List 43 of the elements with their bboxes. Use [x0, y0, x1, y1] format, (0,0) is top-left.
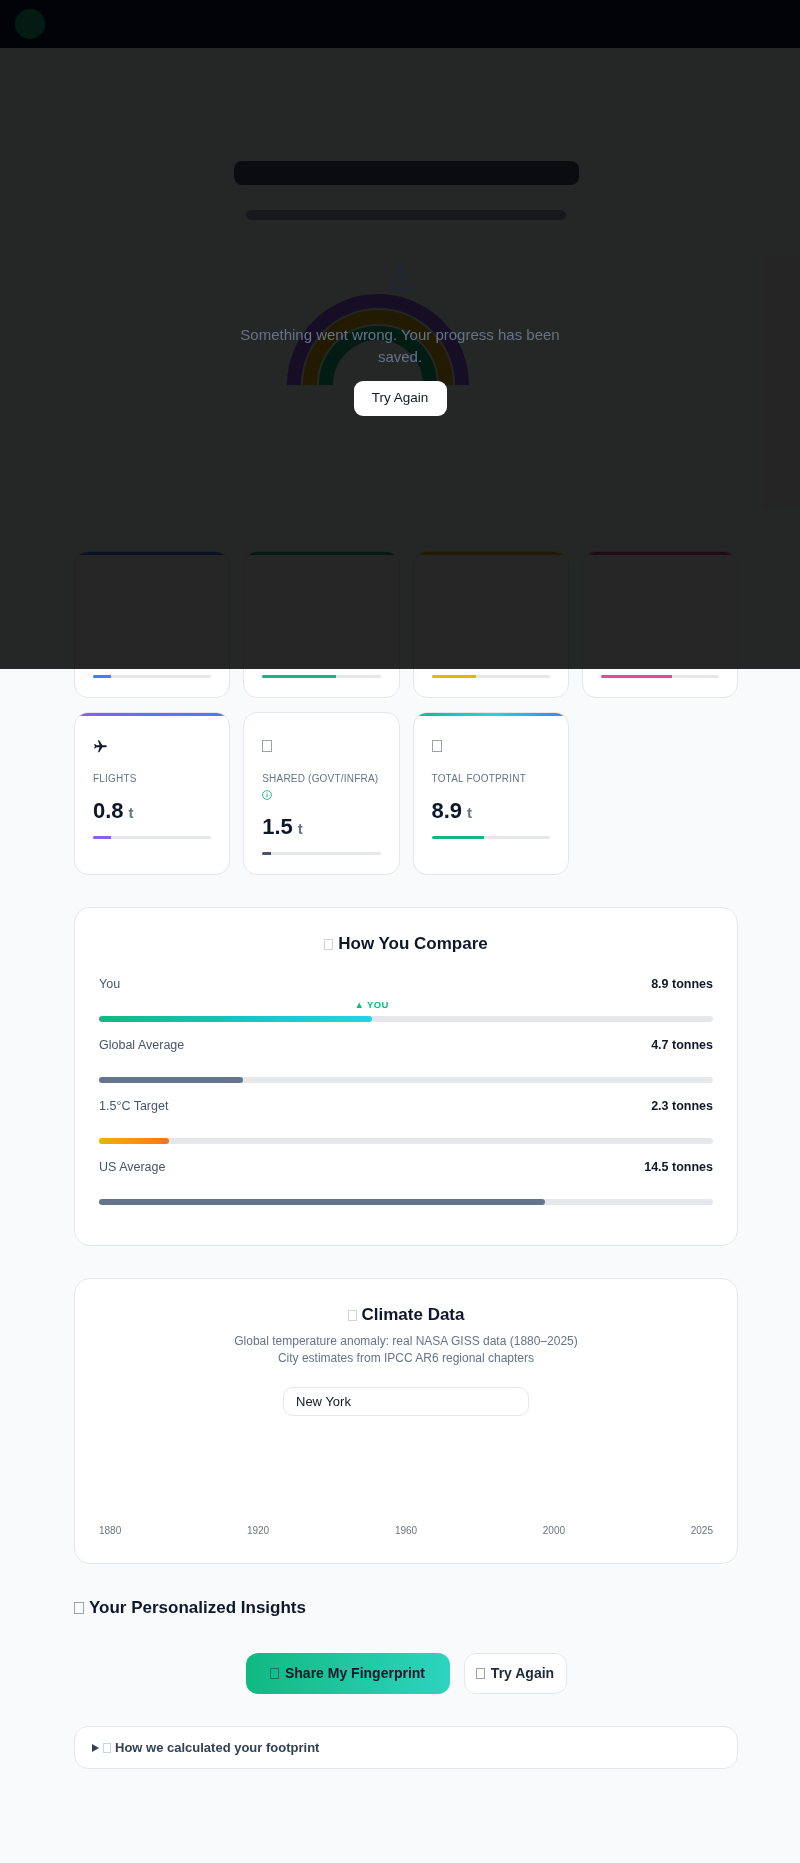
empty-square-icon	[324, 938, 334, 950]
card-value: 0.8	[93, 797, 124, 825]
card-value: 1.5	[262, 813, 293, 841]
card-label: FLIGHTS	[93, 772, 137, 786]
card-label: SHARED (GOVT/INFRA)	[262, 772, 379, 786]
empty-square-icon	[262, 740, 273, 752]
axis-label: 2000	[542, 1524, 566, 1538]
share-button[interactable]: Share My Fingerprint	[245, 1653, 450, 1694]
section-title: Climate Data	[361, 1304, 465, 1326]
card-value: 8.9	[431, 797, 463, 825]
comparison-label: Global Average	[99, 1036, 185, 1054]
axis-label: 2025	[690, 1524, 713, 1538]
comparison-value: 14.5 tonnes	[644, 1158, 713, 1176]
empty-square-icon	[347, 1309, 357, 1321]
empty-square-icon	[270, 1668, 279, 1679]
comparison-value: 2.3 tonnes	[651, 1097, 713, 1115]
section-title: How You Compare	[338, 933, 488, 955]
comparison-value: 8.9 tonnes	[651, 975, 713, 993]
empty-square-icon	[103, 1742, 111, 1753]
comparison-value: 4.7 tonnes	[651, 1036, 713, 1054]
airplane-icon	[93, 738, 108, 754]
section-title: Your Personalized Insights	[89, 1597, 306, 1619]
unit-label: t	[467, 803, 473, 823]
comparison-label: You	[99, 975, 121, 993]
retry-button[interactable]: Try Again	[463, 1653, 567, 1694]
subtitle-text: Global temperature anomaly: real NASA GISS data (1880–2025)	[234, 1333, 578, 1350]
empty-square-icon	[475, 1668, 485, 1679]
axis-label: 1960	[394, 1524, 418, 1538]
comparison-label: US Average	[99, 1158, 166, 1176]
city-field[interactable]: New York	[283, 1387, 529, 1416]
try-again-button[interactable]: Try Again	[353, 381, 447, 416]
error-message: Something went wrong. Your progress has been saved.	[239, 325, 561, 367]
details-summary[interactable]: How we calculated your footprint	[74, 1726, 738, 1769]
unit-label: t	[128, 803, 134, 823]
empty-square-icon	[74, 1602, 84, 1614]
unit-label: t	[297, 819, 303, 839]
you-marker: ▲ YOU	[354, 999, 389, 1011]
empty-square-icon	[431, 740, 442, 752]
comparison-label: 1.5°C Target	[99, 1097, 169, 1115]
axis-label: 1920	[246, 1524, 270, 1538]
card-label: TOTAL FOOTPRINT	[431, 772, 526, 786]
subtitle-text: City estimates from IPCC AR6 regional chapters	[277, 1350, 535, 1367]
axis-label: 1880	[99, 1524, 122, 1538]
